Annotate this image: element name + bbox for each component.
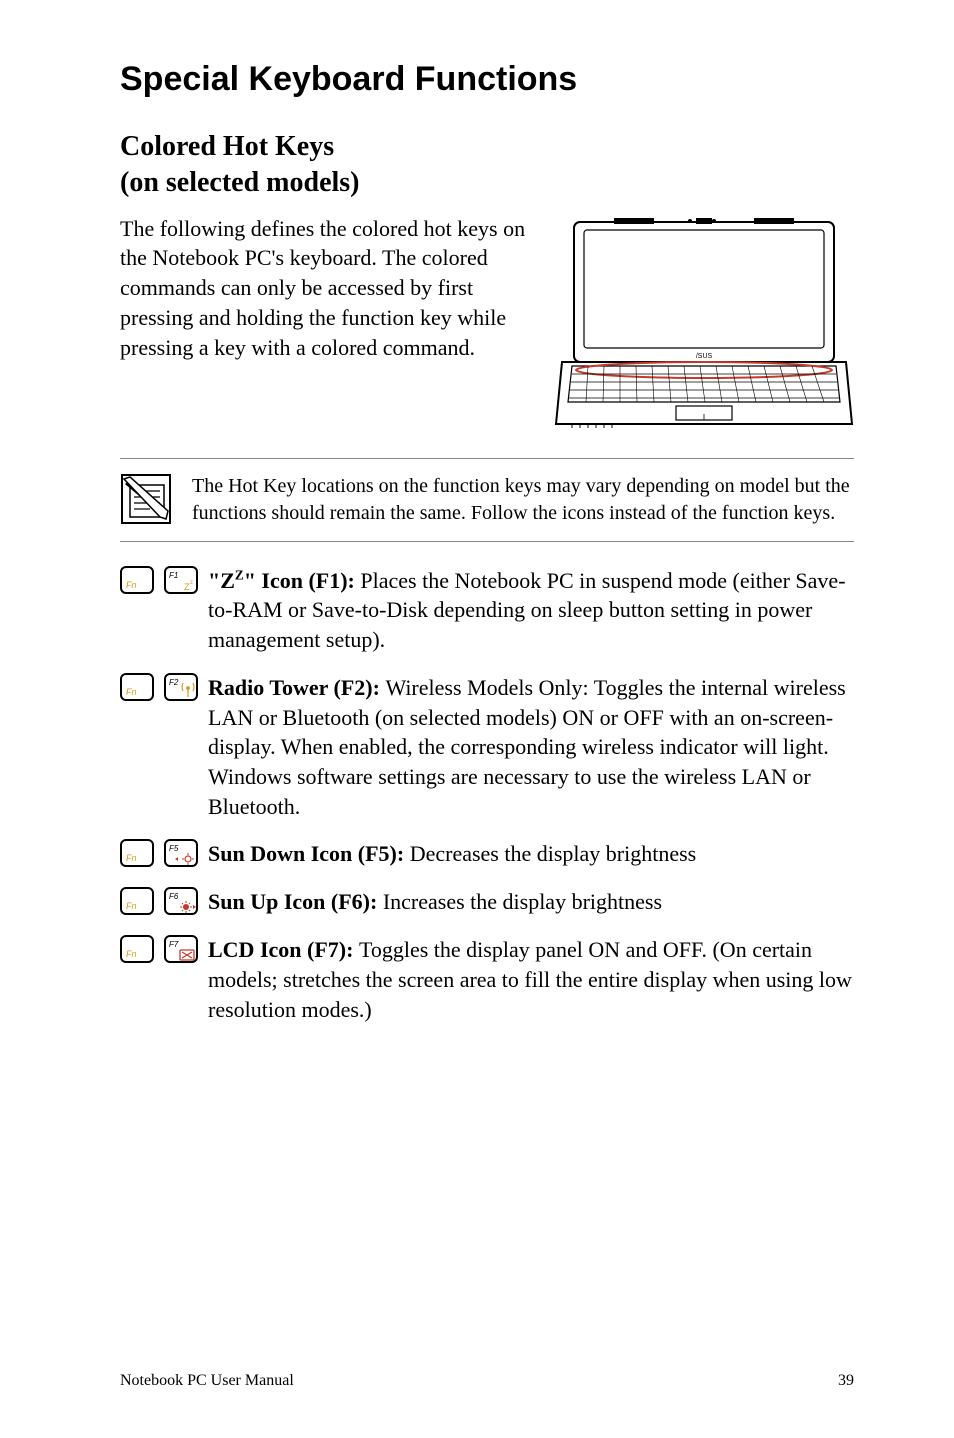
page-footer: Notebook PC User Manual 39	[120, 1372, 854, 1390]
hotkey-desc-f5: Sun Down Icon (F5): Decreases the displa…	[208, 839, 696, 869]
page: Special Keyboard Functions Colored Hot K…	[0, 0, 954, 1438]
fn-keycap-icon: Fn	[120, 673, 154, 703]
fn-keycap-icon: Fn	[120, 935, 154, 965]
f1-label-b: " Icon (F1):	[244, 568, 361, 593]
note-icon	[120, 473, 172, 525]
footer-left: Notebook PC User Manual	[120, 1372, 294, 1390]
section-title-line1: Colored Hot Keys	[120, 131, 334, 162]
section-title: Colored Hot Keys (on selected models)	[120, 129, 540, 202]
page-title: Special Keyboard Functions	[120, 60, 854, 99]
hotkey-row-f5: Fn F5 Sun Down Icon (F5): Decreases the …	[120, 839, 854, 869]
svg-text:/SUS: /SUS	[696, 353, 713, 360]
f5-text: Decreases the display brightness	[410, 841, 697, 866]
f5-label: Sun Down Icon (F5):	[208, 841, 410, 866]
hotkey-row-f2: Fn F2 Radio Tower (F2): Wireless Models …	[120, 673, 854, 821]
f6-keycap-icon: F6	[164, 887, 198, 917]
f6-text: Increases the display brightness	[383, 889, 662, 914]
hotkey-desc-f7: LCD Icon (F7): Toggles the display panel…	[208, 935, 854, 1024]
svg-text:Fn: Fn	[126, 901, 137, 911]
f5-keycap-icon: F5	[164, 839, 198, 869]
svg-text:z: z	[190, 580, 193, 586]
fn-keycap-icon: Fn	[120, 887, 154, 917]
svg-text:Fn: Fn	[126, 687, 137, 697]
svg-text:Fn: Fn	[126, 949, 137, 959]
footer-page-number: 39	[838, 1372, 854, 1390]
f7-keycap-icon: F7	[164, 935, 198, 965]
note-text: The Hot Key locations on the function ke…	[192, 473, 854, 527]
f7-label: LCD Icon (F7):	[208, 937, 359, 962]
hotkey-desc-f2: Radio Tower (F2): Wireless Models Only: …	[208, 673, 854, 821]
f1-label-sup: Z	[235, 567, 244, 582]
fn-keycap-icon: Fn	[120, 566, 154, 596]
hotkey-row-f7: Fn F7 LCD Icon (F7): Toggles the display…	[120, 935, 854, 1024]
svg-text:Fn: Fn	[126, 580, 137, 590]
f2-label: Radio Tower (F2):	[208, 675, 385, 700]
hotkey-row-f1: Fn F1 Z z "ZZ" Icon (F1): Places the Not…	[120, 566, 854, 655]
hotkey-desc-f1: "ZZ" Icon (F1): Places the Notebook PC i…	[208, 566, 854, 655]
intro-paragraph: The following defines the colored hot ke…	[120, 214, 534, 362]
svg-text:F6: F6	[169, 892, 179, 901]
f6-label: Sun Up Icon (F6):	[208, 889, 383, 914]
hotkey-row-f6: Fn F6 Sun Up Icon (F6): Increases the di…	[120, 887, 854, 917]
note-row: The Hot Key locations on the function ke…	[120, 458, 854, 542]
section-title-line2: (on selected models)	[120, 167, 360, 198]
svg-text:F1: F1	[169, 571, 178, 580]
intro-row: The following defines the colored hot ke…	[120, 214, 854, 434]
f2-keycap-icon: F2	[164, 673, 198, 703]
laptop-illustration: /SUS	[554, 214, 854, 434]
svg-text:F7: F7	[169, 940, 179, 949]
svg-text:F5: F5	[169, 844, 179, 853]
fn-keycap-icon: Fn	[120, 839, 154, 869]
f1-keycap-icon: F1 Z z	[164, 566, 198, 596]
svg-text:F2: F2	[169, 678, 179, 687]
f1-label-a: "Z	[208, 568, 235, 593]
hotkey-desc-f6: Sun Up Icon (F6): Increases the display …	[208, 887, 662, 917]
svg-text:Fn: Fn	[126, 853, 137, 863]
